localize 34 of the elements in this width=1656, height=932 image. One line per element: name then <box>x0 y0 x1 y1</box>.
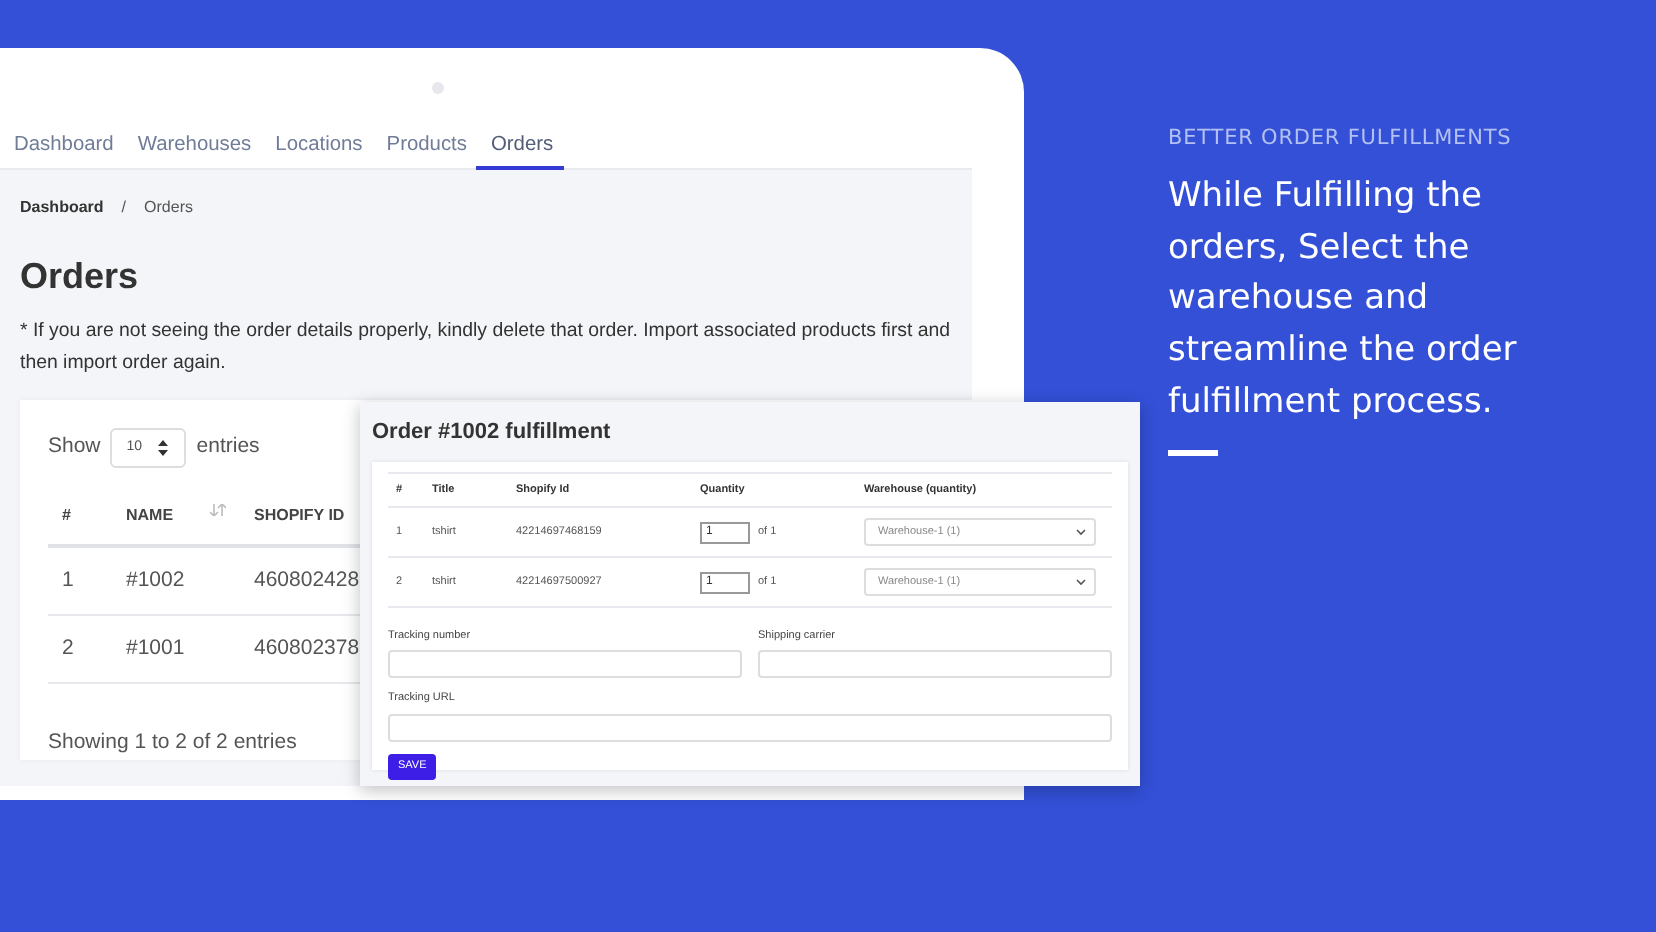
accent-line <box>1168 449 1218 456</box>
nav-tab[interactable]: Dashboard <box>0 114 124 170</box>
text-field[interactable] <box>758 650 1112 679</box>
column-header: # <box>60 504 73 528</box>
headline-text: While Fulfilling the orders, Select the warehouse and streamline the order fulfillment process. <box>1168 173 1519 426</box>
kicker-text: BETTER ORDER FULFILLMENTS <box>1168 124 1514 154</box>
nav-tab[interactable]: Locations <box>261 114 373 170</box>
table-cell-text: 460802428 <box>254 565 360 596</box>
breadcrumb-link[interactable]: Dashboard <box>20 196 104 220</box>
camera-dot <box>432 82 444 94</box>
column-header[interactable]: NAME <box>126 504 174 528</box>
table-cell-text: 460802378 <box>254 633 360 664</box>
modal-title: Order #1002 fulfillment <box>372 418 613 448</box>
notice-text: * If you are not seeing the order details properly, kindly delete that order. Import associated products first and then import order again. <box>20 318 953 378</box>
page-title: Orders <box>20 254 141 300</box>
entries-label: entries <box>196 432 260 463</box>
table-cell-text: #1001 <box>124 633 187 664</box>
table-cell-text: 2 <box>60 633 76 664</box>
chevron-down-icon <box>1076 578 1086 586</box>
text-field[interactable] <box>388 650 742 679</box>
chevron-down-icon <box>1076 528 1086 536</box>
table-info: Showing 1 to 2 of 2 entries <box>48 728 299 758</box>
column-header[interactable]: SHOPIFY ID <box>254 504 345 528</box>
breadcrumb-current: Orders <box>144 196 193 220</box>
table-cell-text: #1002 <box>124 565 187 596</box>
show-label: Show <box>48 432 101 463</box>
nav-tab[interactable]: Products <box>372 114 477 170</box>
breadcrumb-separator: / <box>121 196 127 220</box>
sort-icon[interactable] <box>210 504 226 516</box>
sort-caret-icon <box>158 440 169 456</box>
nav-tab[interactable]: Warehouses <box>123 114 262 170</box>
nav-tab[interactable]: Orders <box>476 114 564 170</box>
table-cell-text: 1 <box>60 565 76 596</box>
text-field[interactable] <box>388 713 1112 741</box>
